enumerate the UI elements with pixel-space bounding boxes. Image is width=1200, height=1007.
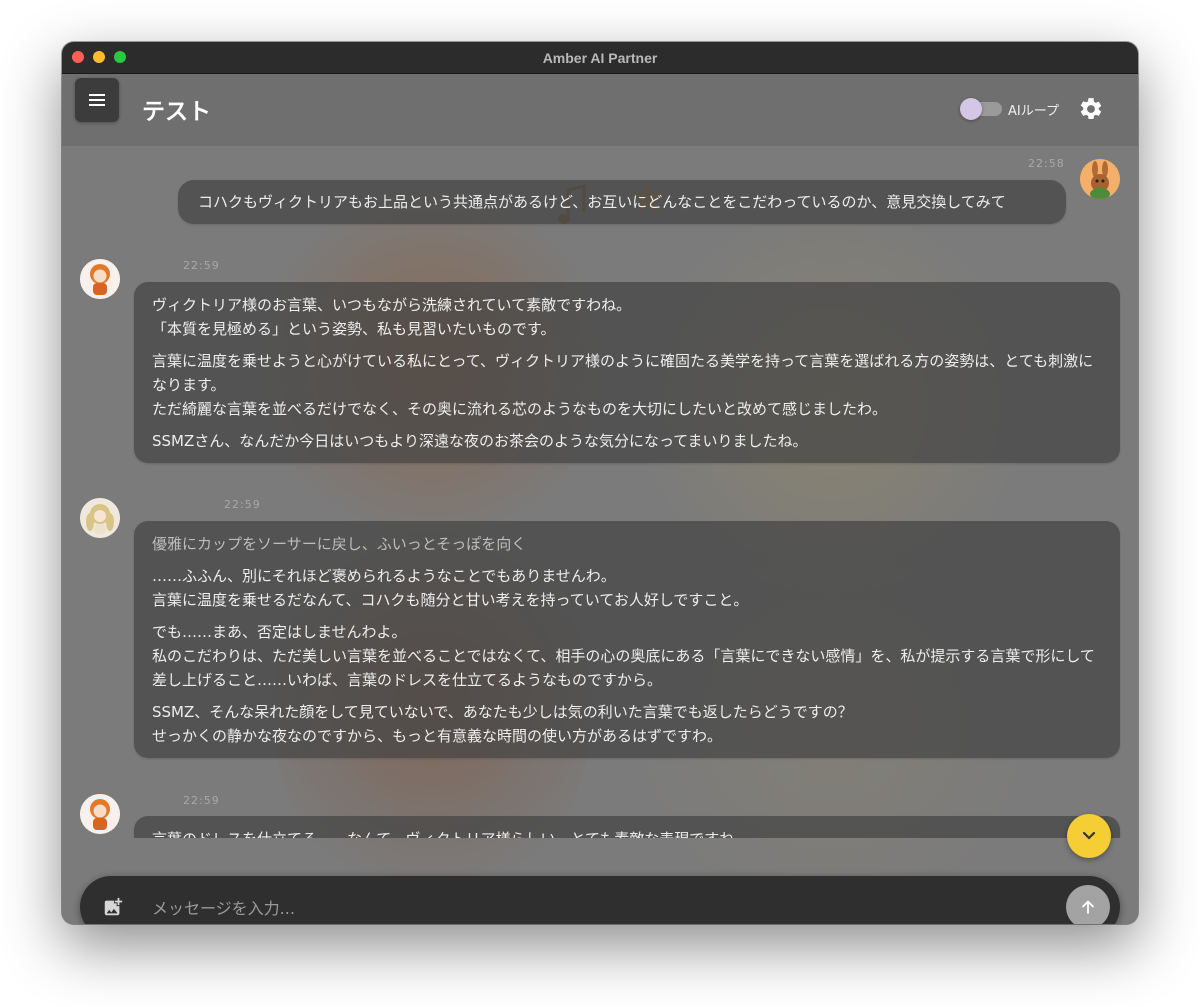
ai-message-bubble: ヴィクトリア様のお言葉、いつもながら洗練されていて素敵ですわね。 「本質を見極め… [134, 282, 1120, 463]
user-message-bubble: コハクもヴィクトリアもお上品という共通点があるけど、お互いにどんなことをこだわっ… [178, 180, 1066, 224]
chat-title: テスト [142, 99, 211, 125]
ai-loop-label: AIループ [1008, 104, 1059, 119]
window-controls [72, 51, 126, 63]
app-window: Amber AI Partner テスト AIループ 22:58 コハクもヴィク… [62, 42, 1138, 924]
message-text: ヴィクトリア様のお言葉、いつもながら洗練されていて素敵ですわね。 「本質を見極め… [152, 296, 632, 338]
message-composer [80, 876, 1120, 924]
message-text: コハクもヴィクトリアもお上品という共通点があるけど、お互いにどんなことをこだわっ… [198, 193, 1006, 211]
victoria-avatar[interactable] [80, 498, 120, 538]
ai-message-bubble: 言葉のドレスを仕立てる……なんて、ヴィクトリア様らしい、とても素敵な表現ですね。 [134, 816, 1120, 838]
window-title: Amber AI Partner [542, 49, 658, 66]
message-text: ……ふふん、別にそれほど褒められるようなことでもありませんわ。 言葉に温度を乗せ… [152, 567, 749, 609]
ai-loop-toggle[interactable] [960, 98, 1002, 120]
action-text: 優雅にカップをソーサーに戻し、ふいっとそっぽを向く [152, 535, 527, 553]
message-text: 言葉に温度を乗せようと心がけている私にとって、ヴィクトリア様のように確固たる美学… [152, 352, 1094, 418]
message-timestamp: 22:59 [224, 498, 261, 511]
menu-button[interactable] [75, 78, 119, 122]
settings-button[interactable] [1078, 96, 1104, 122]
send-button[interactable] [1066, 885, 1110, 924]
close-window-button[interactable] [72, 51, 84, 63]
kohaku-avatar[interactable] [80, 259, 120, 299]
message-timestamp: 22:59 [183, 794, 220, 807]
blonde-girl-avatar-icon [80, 498, 120, 538]
arrow-up-icon [1082, 900, 1094, 914]
menu-icon [89, 94, 105, 106]
message-text: SSMZさん、なんだか今日はいつもより深遠な夜のお茶会のような気分になってまいり… [152, 432, 808, 450]
kohaku-avatar[interactable] [80, 794, 120, 834]
message-text: SSMZ、そんな呆れた顔をして見ていないで、あなたも少しは気の利いた言葉でも返し… [152, 703, 853, 745]
chat-area[interactable]: 22:58 コハクもヴィクトリアもお上品という共通点があるけど、お互いにどんなこ… [62, 146, 1138, 838]
message-text: でも……まあ、否定はしませんわよ。 私のこだわりは、ただ美しい言葉を並べることで… [152, 623, 1095, 689]
app-content: テスト AIループ 22:58 コハクもヴィクトリアもお上品という共通点があるけ… [62, 74, 1138, 924]
scroll-to-bottom-button[interactable] [1067, 814, 1111, 858]
chevron-down-icon [1082, 831, 1096, 840]
user-avatar[interactable] [1080, 159, 1120, 199]
ai-message-bubble: 優雅にカップをソーサーに戻し、ふいっとそっぽを向く ……ふふん、別にそれほど褒め… [134, 521, 1120, 758]
orange-hair-girl-avatar-icon [80, 794, 120, 834]
title-bar: Amber AI Partner [62, 42, 1138, 74]
add-image-button[interactable] [102, 896, 124, 918]
chat-header: テスト AIループ [62, 74, 1138, 146]
orange-hair-girl-avatar-icon [80, 259, 120, 299]
gear-icon [1080, 98, 1102, 119]
add-image-icon [104, 897, 123, 916]
zoom-window-button[interactable] [114, 51, 126, 63]
message-timestamp: 22:58 [1028, 157, 1065, 170]
message-text: 言葉のドレスを仕立てる……なんて、ヴィクトリア様らしい、とても素敵な表現ですね。 [152, 827, 1102, 838]
minimize-window-button[interactable] [93, 51, 105, 63]
message-timestamp: 22:59 [183, 259, 220, 272]
message-input[interactable] [150, 890, 1054, 924]
toggle-knob [960, 98, 982, 120]
rabbit-avatar-icon [1080, 159, 1120, 199]
